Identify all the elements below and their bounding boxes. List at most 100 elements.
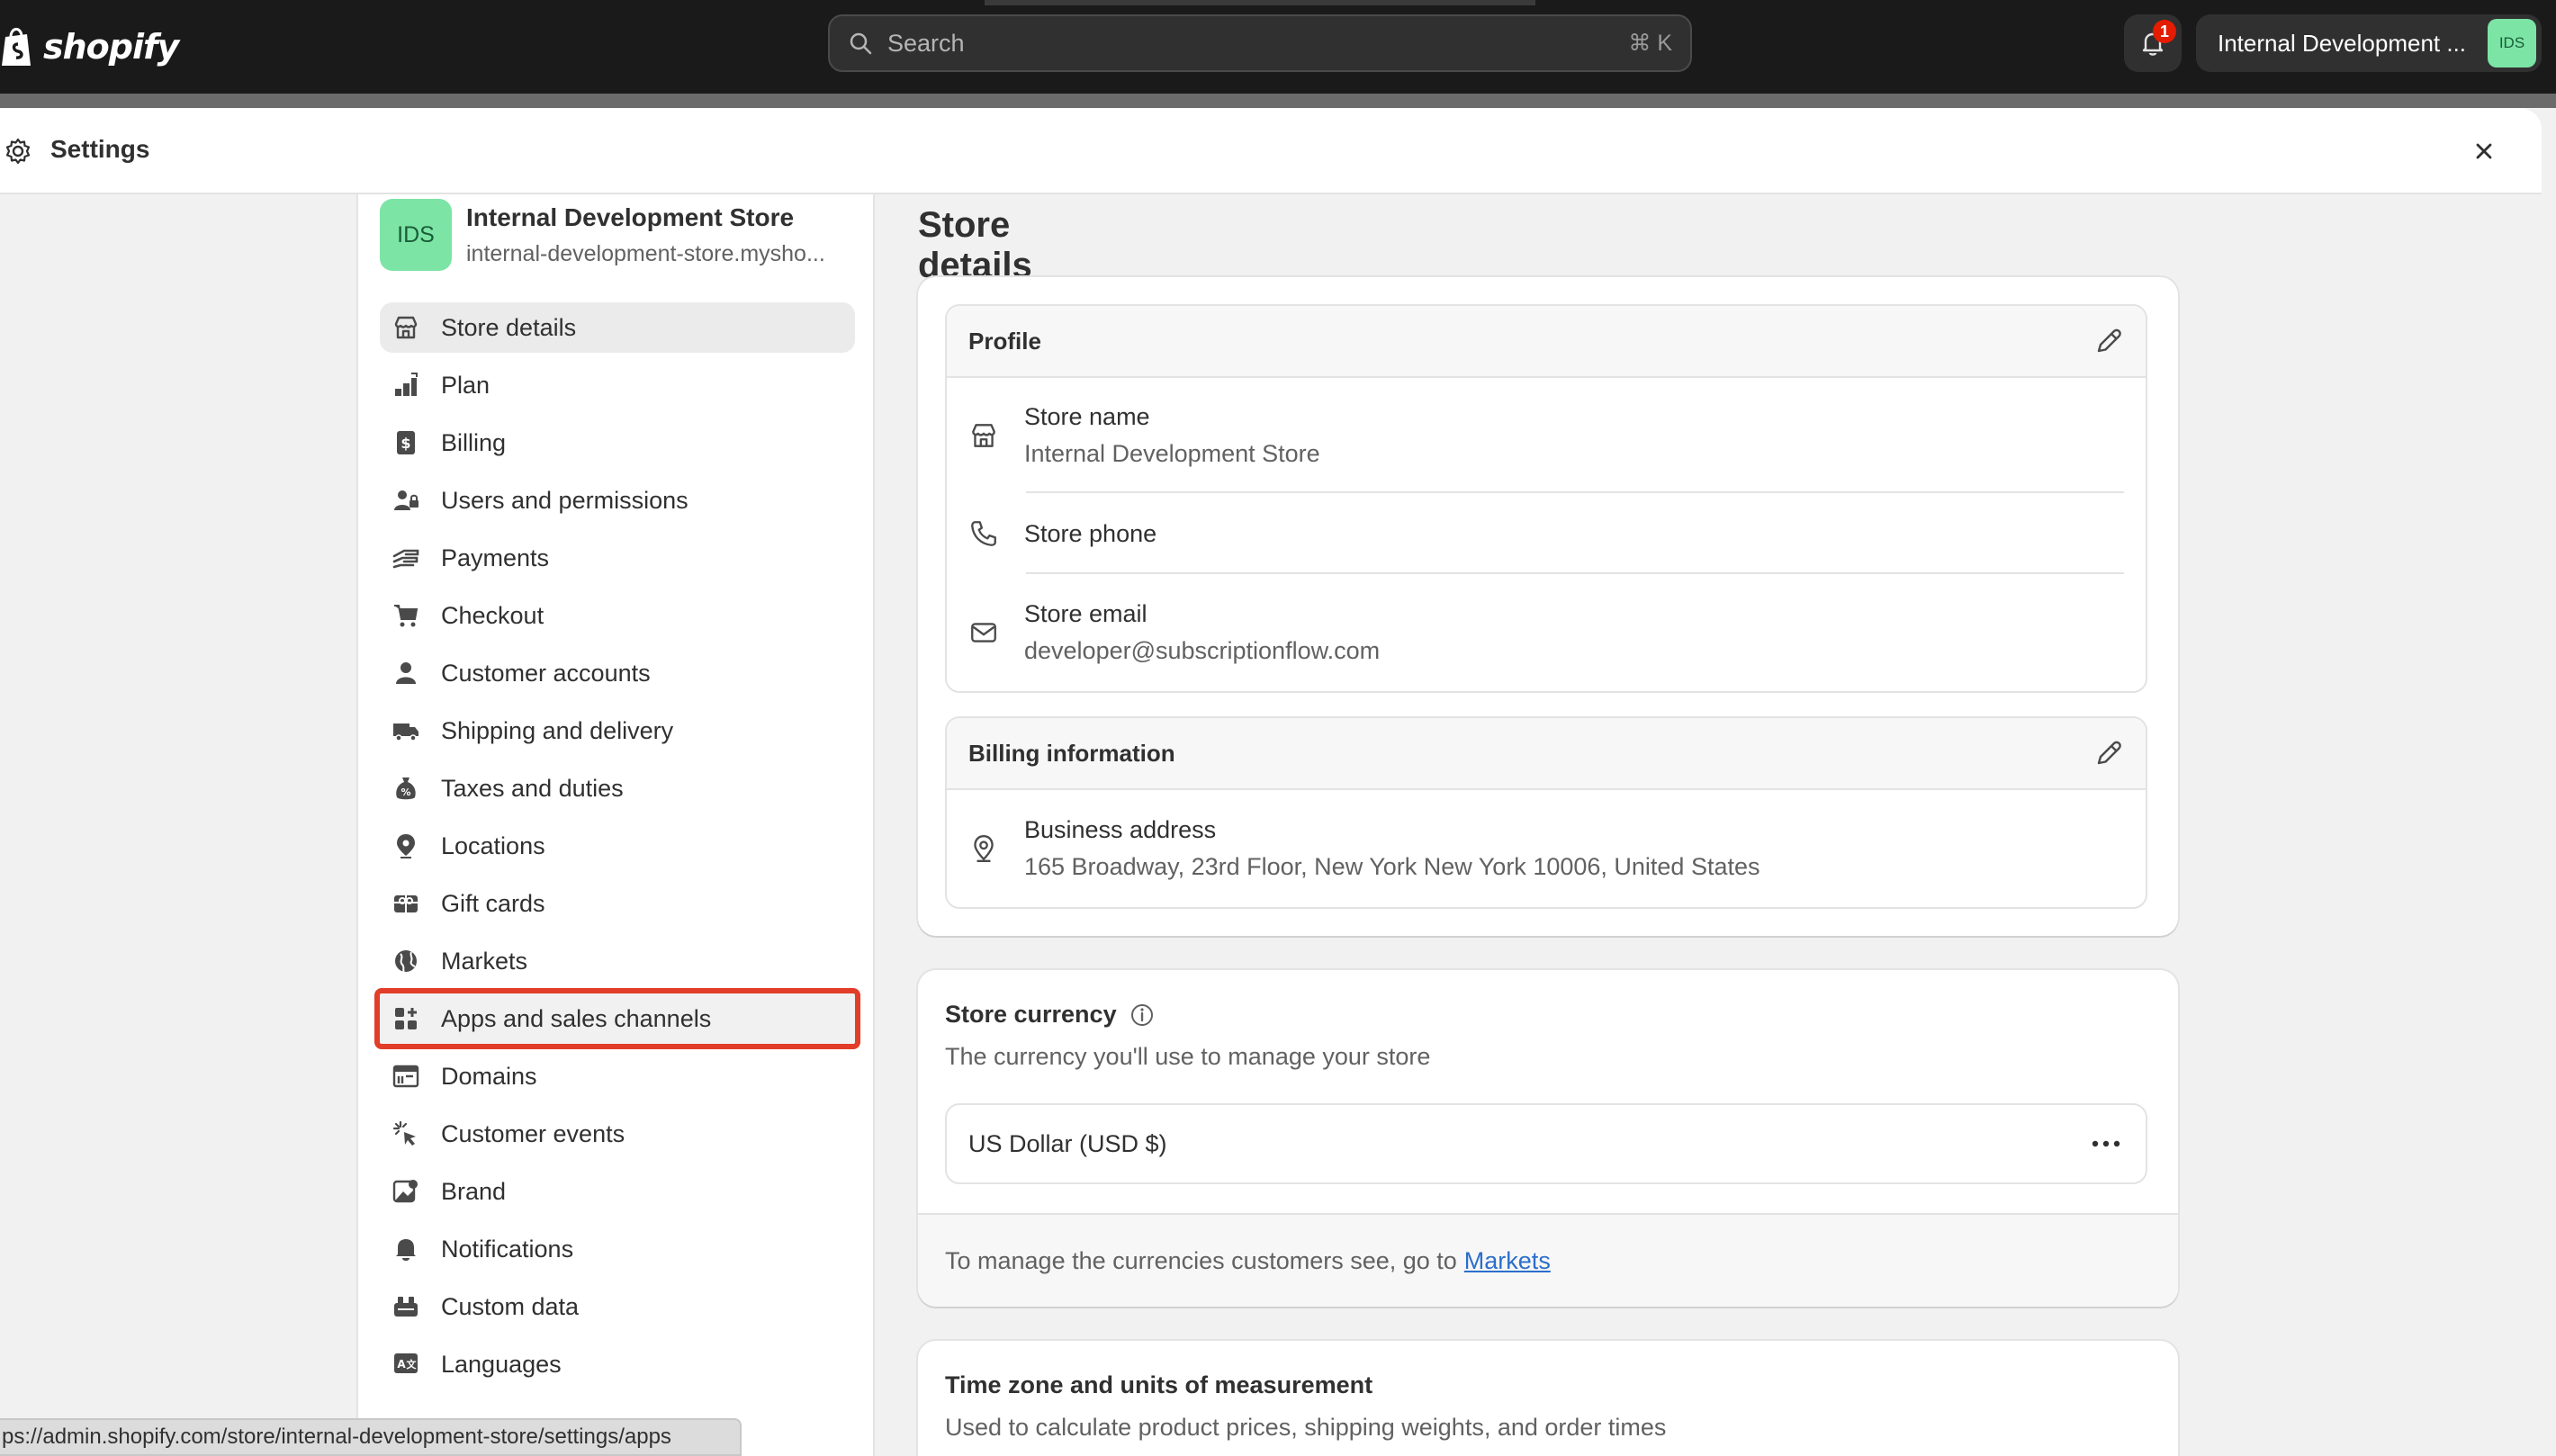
currency-value: US Dollar (USD $) (968, 1129, 1167, 1157)
sidebar-item-customer-events[interactable]: Customer events (380, 1109, 855, 1159)
profile-title: Profile (968, 327, 1041, 355)
store-domain: internal-development-store.mysho... (466, 240, 825, 266)
sidebar-item-shipping[interactable]: Shipping and delivery (380, 706, 855, 756)
sidebar-item-custom-data[interactable]: Custom data (380, 1281, 855, 1332)
store-switcher-button[interactable]: Internal Development ... IDS (2196, 14, 2542, 72)
gear-icon (5, 138, 31, 165)
currency-subtitle: The currency you'll use to manage your s… (945, 1043, 1431, 1070)
store-name-text: Store name Internal Development Store (1024, 403, 1320, 468)
store-name-row[interactable]: Store name Internal Development Store (947, 378, 2146, 493)
currency-footer-text: To manage the currencies customers see, … (945, 1246, 1457, 1274)
domains-icon (391, 1061, 421, 1092)
timezone-heading: Time zone and units of measurement Used … (945, 1371, 1666, 1442)
store-email-text: Store email developer@subscriptionflow.c… (1024, 600, 1380, 665)
svg-text:%: % (400, 786, 410, 798)
store-phone-row[interactable]: Store phone (947, 493, 2146, 574)
tax-icon: % (391, 773, 421, 804)
store-details-card: Profile Store name Internal Development … (918, 277, 2178, 936)
sidebar-item-languages[interactable]: A文 Languages (380, 1339, 855, 1389)
sidebar-item-taxes[interactable]: % Taxes and duties (380, 763, 855, 813)
cursor-icon (391, 1119, 421, 1149)
info-icon[interactable] (1130, 1002, 1155, 1028)
sidebar-item-billing[interactable]: $ Billing (380, 418, 855, 468)
sidebar-item-label: Customer accounts (441, 659, 651, 687)
status-bar-url: ps://admin.shopify.com/store/internal-de… (0, 1418, 742, 1456)
svg-text:A: A (397, 1358, 406, 1371)
svg-text:$: $ (400, 435, 410, 452)
sidebar-item-label: Apps and sales channels (441, 1004, 712, 1032)
apps-icon (391, 1003, 421, 1034)
edit-pencil-icon[interactable] (2093, 326, 2124, 356)
store-switcher-avatar: IDS (2488, 19, 2536, 67)
sidebar-item-label: Locations (441, 831, 545, 859)
brand-icon (391, 1176, 421, 1207)
sidebar-item-notifications[interactable]: Notifications (380, 1224, 855, 1274)
sidebar-item-label: Payments (441, 544, 550, 571)
sidebar-item-plan[interactable]: Plan (380, 360, 855, 410)
search-bar[interactable]: ⌘ K (828, 14, 1692, 72)
close-icon (2476, 143, 2492, 159)
sidebar-item-label: Users and permissions (441, 486, 688, 514)
sidebar-item-locations[interactable]: Locations (380, 821, 855, 871)
settings-header: Settings (0, 108, 2542, 194)
sidebar-item-markets[interactable]: Markets (380, 936, 855, 986)
notifications-button[interactable]: 1 (2124, 14, 2182, 72)
gift-card-icon (391, 888, 421, 919)
globe-icon (391, 946, 421, 976)
settings-sidebar: IDS Internal Development Store internal-… (356, 194, 875, 1456)
top-bar: shopify ⌘ K 1 Internal Development ... I… (0, 0, 2556, 94)
search-focus-line (985, 0, 1535, 5)
person-icon (391, 658, 421, 688)
profile-header: Profile (947, 306, 2146, 378)
edit-pencil-icon[interactable] (2093, 738, 2124, 768)
markets-link[interactable]: Markets (1464, 1247, 1551, 1275)
sidebar-item-payments[interactable]: Payments (380, 533, 855, 583)
close-button[interactable] (2466, 133, 2502, 169)
timezone-subtitle: Used to calculate product prices, shippi… (945, 1414, 1667, 1441)
language-icon: A文 (391, 1349, 421, 1380)
sidebar-item-customer-accounts[interactable]: Customer accounts (380, 648, 855, 698)
sidebar-item-store-details[interactable]: Store details (380, 302, 855, 353)
email-icon (971, 623, 996, 643)
sidebar-item-label: Checkout (441, 601, 544, 629)
more-horizontal-icon[interactable] (2088, 1135, 2124, 1153)
billing-header: Billing information (947, 718, 2146, 790)
sidebar-item-label: Customer events (441, 1119, 626, 1147)
business-address-label: Business address (1024, 816, 1217, 843)
phone-icon (971, 521, 996, 546)
currency-row[interactable]: US Dollar (USD $) (945, 1103, 2147, 1184)
search-icon (850, 32, 872, 55)
store-email-value: developer@subscriptionflow.com (1024, 637, 1381, 664)
location-pin-icon (974, 835, 994, 862)
profile-section: Profile Store name Internal Development … (945, 304, 2147, 693)
timezone-title: Time zone and units of measurement (945, 1371, 1373, 1398)
bell-icon (391, 1234, 421, 1264)
currency-title: Store currency (945, 1001, 1117, 1028)
search-input[interactable] (887, 29, 1629, 58)
sidebar-item-label: Brand (441, 1177, 507, 1205)
sidebar-item-label: Billing (441, 428, 507, 456)
sidebar-item-gift-cards[interactable]: Gift cards (380, 878, 855, 929)
sidebar-item-apps-and-sales-channels[interactable]: Apps and sales channels (374, 988, 860, 1049)
sidebar-item-checkout[interactable]: Checkout (380, 590, 855, 641)
store-icon (972, 424, 995, 447)
store-email-row[interactable]: Store email developer@subscriptionflow.c… (947, 574, 2146, 691)
settings-panel: Settings IDS Internal Development Store … (0, 108, 2542, 1456)
custom-data-icon (391, 1291, 421, 1322)
store-info: Internal Development Store internal-deve… (466, 203, 844, 267)
billing-icon: $ (391, 427, 421, 458)
sidebar-item-label: Markets (441, 947, 528, 975)
shopify-wordmark: shopify (43, 27, 179, 67)
cart-icon (391, 600, 421, 631)
store-currency-card: Store currency The currency you'll use t… (918, 970, 2178, 1307)
business-address-row[interactable]: Business address 165 Broadway, 23rd Floo… (947, 790, 2146, 907)
shopify-logo[interactable]: shopify (0, 25, 179, 68)
sidebar-item-brand[interactable]: Brand (380, 1166, 855, 1217)
settings-nav: Store details Plan $ Billing Users and p… (374, 302, 860, 1397)
sidebar-item-users[interactable]: Users and permissions (380, 475, 855, 526)
sidebar-item-domains[interactable]: Domains (380, 1051, 855, 1101)
store-card[interactable]: IDS Internal Development Store internal-… (380, 194, 857, 284)
sidebar-item-label: Shipping and delivery (441, 716, 674, 744)
business-address-text: Business address 165 Broadway, 23rd Floo… (1024, 816, 1760, 881)
users-icon (391, 485, 421, 516)
